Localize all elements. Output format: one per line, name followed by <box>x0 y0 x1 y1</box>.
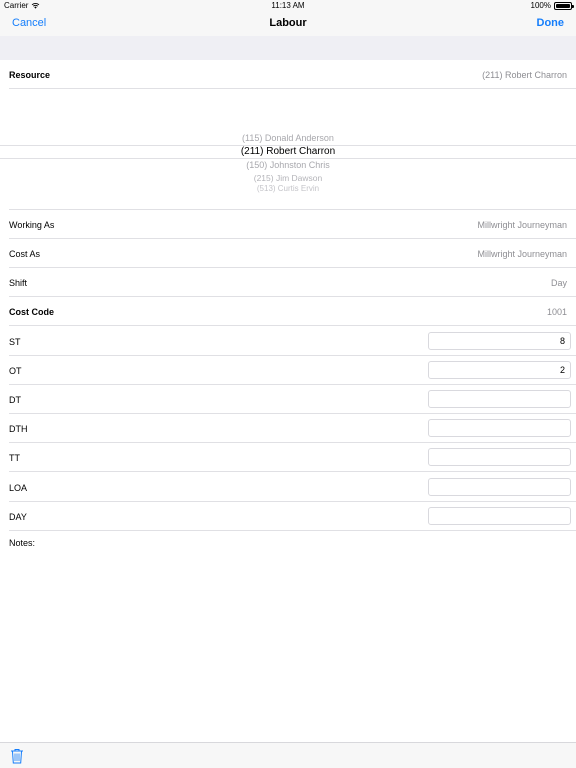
tt-input[interactable] <box>428 448 571 466</box>
battery-icon <box>554 1 574 10</box>
day-row: DAY <box>0 502 576 531</box>
picker-item[interactable]: (513) Curtis Ervin <box>0 184 576 193</box>
notes-textarea[interactable] <box>0 551 576 741</box>
divider <box>9 88 576 89</box>
cost-as-label: Cost As <box>9 248 41 259</box>
picker-item[interactable]: (115) Donald Anderson <box>0 133 576 143</box>
shift-value: Day <box>550 277 567 288</box>
bottom-toolbar <box>0 742 576 768</box>
dth-row: DTH <box>0 414 576 443</box>
picker-item[interactable]: (215) Jim Dawson <box>0 173 576 183</box>
picker-item[interactable]: (150) Johnston Chris <box>0 160 576 170</box>
divider <box>9 471 576 472</box>
cost-code-label: Cost Code <box>9 306 54 317</box>
picker-item-selected[interactable]: (211) Robert Charron <box>0 146 576 157</box>
day-label: DAY <box>9 511 27 522</box>
picker-selection-bottom-line <box>0 158 576 159</box>
st-row: ST <box>0 327 576 356</box>
resource-label: Resource <box>9 69 51 80</box>
ot-label: OT <box>9 365 22 376</box>
dth-input[interactable] <box>428 419 571 437</box>
ot-row: OT <box>0 356 576 385</box>
divider <box>9 530 576 531</box>
cost-code-row[interactable]: Cost Code 1001 <box>0 297 576 326</box>
dt-input[interactable] <box>428 390 571 408</box>
status-time: 11:13 AM <box>271 1 305 10</box>
resource-value: (211) Robert Charron <box>482 69 567 80</box>
cost-code-value: 1001 <box>546 306 567 317</box>
shift-label: Shift <box>9 277 28 288</box>
notes-label: Notes: <box>9 538 36 548</box>
section-header-spacer <box>0 36 576 60</box>
tt-label: TT <box>9 452 20 463</box>
dt-row: DT <box>0 385 576 414</box>
status-bar: Carrier 11:13 AM 100% <box>0 0 576 12</box>
page-title: Labour <box>269 17 307 29</box>
ot-input[interactable] <box>428 361 571 379</box>
navigation-bar: Cancel Labour Done <box>0 12 576 36</box>
status-right: 100% <box>530 1 574 10</box>
working-as-label: Working As <box>9 219 55 230</box>
cancel-button[interactable]: Cancel <box>12 17 46 29</box>
resource-picker[interactable]: (115) Donald Anderson (211) Robert Charr… <box>0 90 576 210</box>
divider <box>9 325 576 326</box>
working-as-row[interactable]: Working As Millwright Journeyman <box>0 210 576 239</box>
battery-percent: 100% <box>530 1 551 10</box>
st-label: ST <box>9 336 21 347</box>
cost-as-value: Millwright Journeyman <box>477 248 567 259</box>
dt-label: DT <box>9 394 21 405</box>
tt-row: TT <box>0 443 576 472</box>
loa-input[interactable] <box>428 478 571 496</box>
day-input[interactable] <box>428 507 571 525</box>
trash-icon[interactable] <box>10 748 24 764</box>
loa-row: LOA <box>0 473 576 502</box>
dth-label: DTH <box>9 423 28 434</box>
st-input[interactable] <box>428 332 571 350</box>
cost-as-row[interactable]: Cost As Millwright Journeyman <box>0 239 576 268</box>
resource-row[interactable]: Resource (211) Robert Charron <box>0 60 576 89</box>
loa-label: LOA <box>9 482 28 493</box>
shift-row[interactable]: Shift Day <box>0 268 576 297</box>
working-as-value: Millwright Journeyman <box>477 219 567 230</box>
done-button[interactable]: Done <box>537 17 565 29</box>
